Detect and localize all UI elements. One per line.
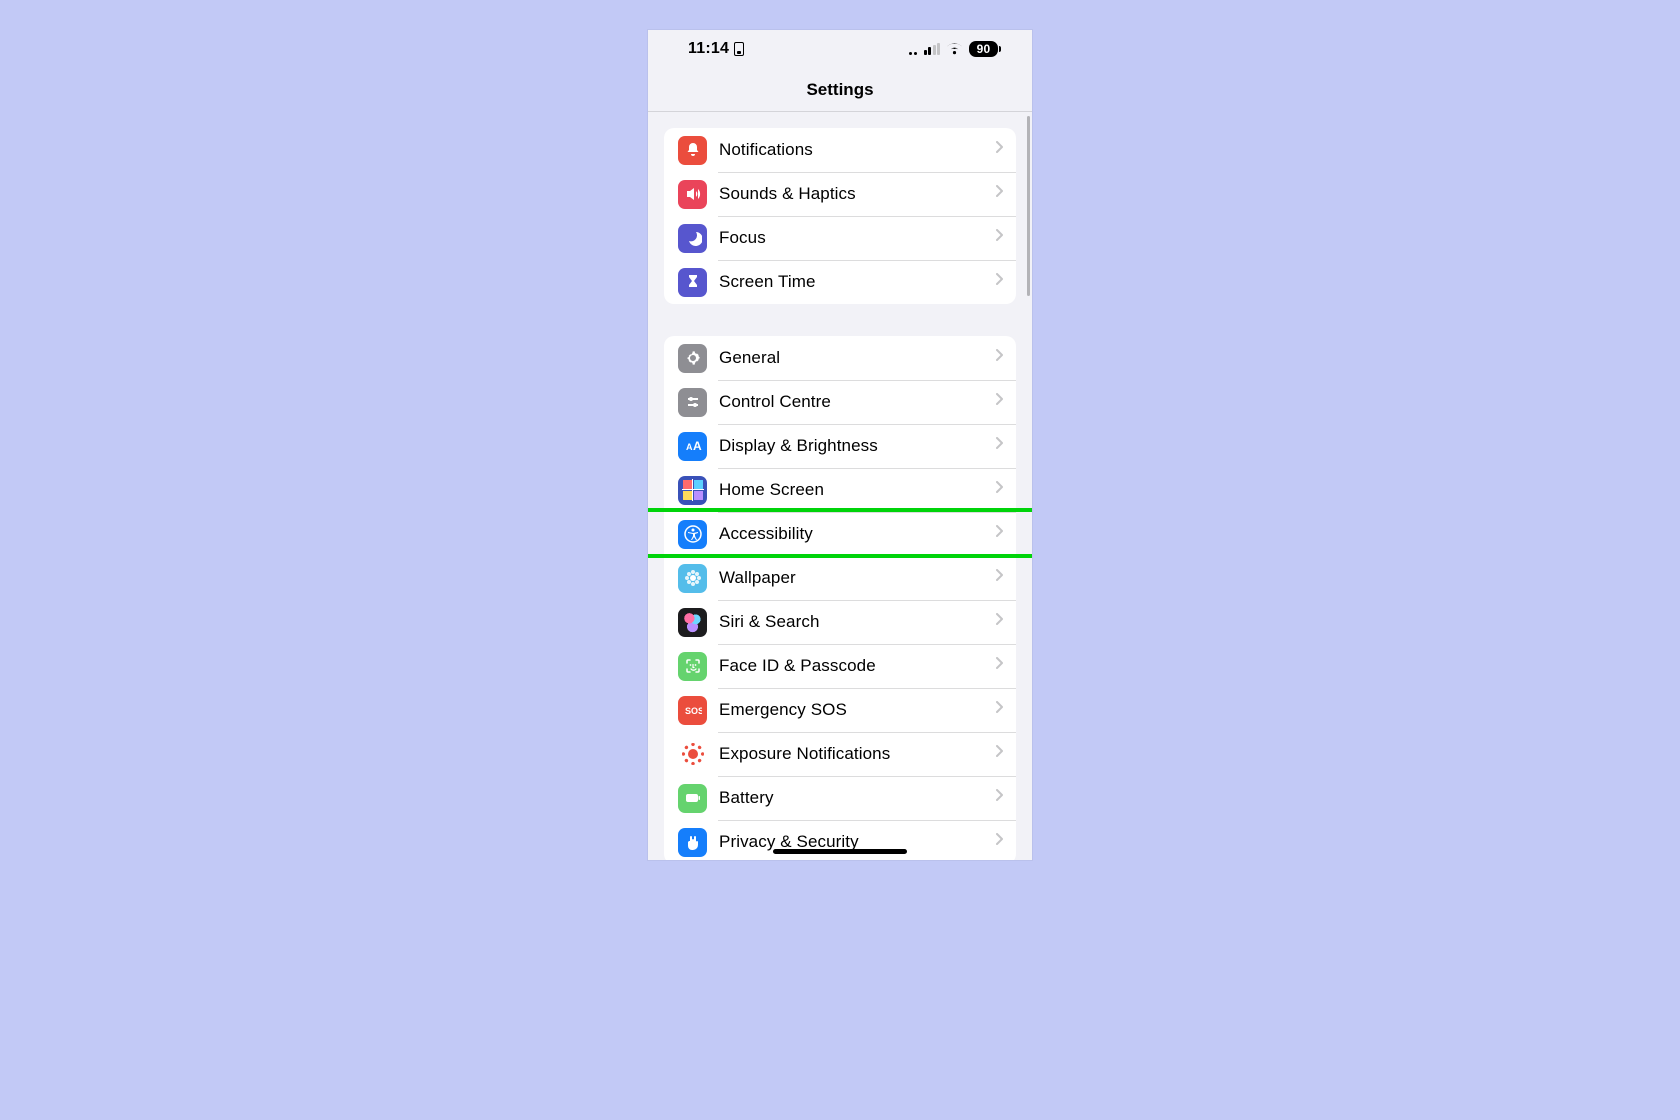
page-title: Settings	[806, 80, 873, 100]
settings-row-battery[interactable]: Battery	[664, 776, 1016, 820]
row-label: Siri & Search	[719, 612, 996, 632]
settings-row-notifications[interactable]: Notifications	[664, 128, 1016, 172]
chevron-right-icon	[996, 393, 1004, 411]
settings-row-control-centre[interactable]: Control Centre	[664, 380, 1016, 424]
scrollbar-thumb[interactable]	[1027, 116, 1030, 296]
row-label: Focus	[719, 228, 996, 248]
row-label: Sounds & Haptics	[719, 184, 996, 204]
settings-row-focus[interactable]: Focus	[664, 216, 1016, 260]
settings-row-exposure-notifications[interactable]: Exposure Notifications	[664, 732, 1016, 776]
row-label: Display & Brightness	[719, 436, 996, 456]
battery-indicator: 90	[969, 41, 998, 57]
chevron-right-icon	[996, 613, 1004, 631]
status-left: 11:14	[688, 40, 744, 58]
sos-icon	[678, 696, 707, 725]
row-label: General	[719, 348, 996, 368]
flower-icon	[678, 564, 707, 593]
status-time: 11:14	[688, 40, 729, 58]
chevron-right-icon	[996, 185, 1004, 203]
home-indicator[interactable]	[773, 849, 907, 854]
settings-row-siri-search[interactable]: Siri & Search	[664, 600, 1016, 644]
text-size-icon	[678, 432, 707, 461]
settings-row-home-screen[interactable]: Home Screen	[664, 468, 1016, 512]
home-grid-icon	[678, 476, 707, 505]
chevron-right-icon	[996, 657, 1004, 675]
face-id-icon	[678, 652, 707, 681]
chevron-right-icon	[996, 141, 1004, 159]
settings-row-sounds-haptics[interactable]: Sounds & Haptics	[664, 172, 1016, 216]
chevron-right-icon	[996, 437, 1004, 455]
row-label: Control Centre	[719, 392, 996, 412]
hourglass-icon	[678, 268, 707, 297]
dual-sim-dots-icon	[909, 43, 917, 55]
phone-frame: 11:14 90 Settings Notifications Sounds & …	[648, 30, 1032, 860]
speaker-icon	[678, 180, 707, 209]
settings-row-face-id-passcode[interactable]: Face ID & Passcode	[664, 644, 1016, 688]
moon-icon	[678, 224, 707, 253]
settings-row-general[interactable]: General	[664, 336, 1016, 380]
sliders-icon	[678, 388, 707, 417]
status-right: 90	[909, 41, 998, 57]
row-label: Face ID & Passcode	[719, 656, 996, 676]
group-general: General Control Centre Display & Brightnes…	[664, 336, 1016, 860]
group-notifications: Notifications Sounds & Haptics Focus Screen…	[664, 128, 1016, 304]
hand-icon	[678, 828, 707, 857]
bell-icon	[678, 136, 707, 165]
accessibility-icon	[678, 520, 707, 549]
chevron-right-icon	[996, 701, 1004, 719]
nav-header: Settings	[648, 68, 1032, 112]
chevron-right-icon	[996, 789, 1004, 807]
row-label: Emergency SOS	[719, 700, 996, 720]
settings-row-emergency-sos[interactable]: Emergency SOS	[664, 688, 1016, 732]
sim-card-icon	[734, 42, 744, 56]
chevron-right-icon	[996, 745, 1004, 763]
chevron-right-icon	[996, 273, 1004, 291]
exposure-icon	[678, 740, 707, 769]
settings-row-display-brightness[interactable]: Display & Brightness	[664, 424, 1016, 468]
wifi-icon	[946, 43, 963, 55]
chevron-right-icon	[996, 569, 1004, 587]
row-label: Screen Time	[719, 272, 996, 292]
chevron-right-icon	[996, 481, 1004, 499]
settings-row-privacy-security[interactable]: Privacy & Security	[664, 820, 1016, 860]
row-label: Battery	[719, 788, 996, 808]
gear-icon	[678, 344, 707, 373]
chevron-right-icon	[996, 525, 1004, 543]
row-label: Home Screen	[719, 480, 996, 500]
chevron-right-icon	[996, 349, 1004, 367]
chevron-right-icon	[996, 229, 1004, 247]
battery-percent: 90	[977, 42, 991, 56]
settings-row-screen-time[interactable]: Screen Time	[664, 260, 1016, 304]
row-label: Notifications	[719, 140, 996, 160]
row-label: Accessibility	[719, 524, 996, 544]
battery-icon	[678, 784, 707, 813]
row-label: Wallpaper	[719, 568, 996, 588]
status-bar: 11:14 90	[648, 30, 1032, 68]
cellular-signal-icon	[924, 43, 941, 55]
settings-scroll[interactable]: Notifications Sounds & Haptics Focus Screen…	[648, 112, 1032, 860]
settings-row-wallpaper[interactable]: Wallpaper	[664, 556, 1016, 600]
chevron-right-icon	[996, 833, 1004, 851]
settings-row-accessibility[interactable]: Accessibility	[664, 512, 1016, 556]
row-label: Exposure Notifications	[719, 744, 996, 764]
siri-icon	[678, 608, 707, 637]
